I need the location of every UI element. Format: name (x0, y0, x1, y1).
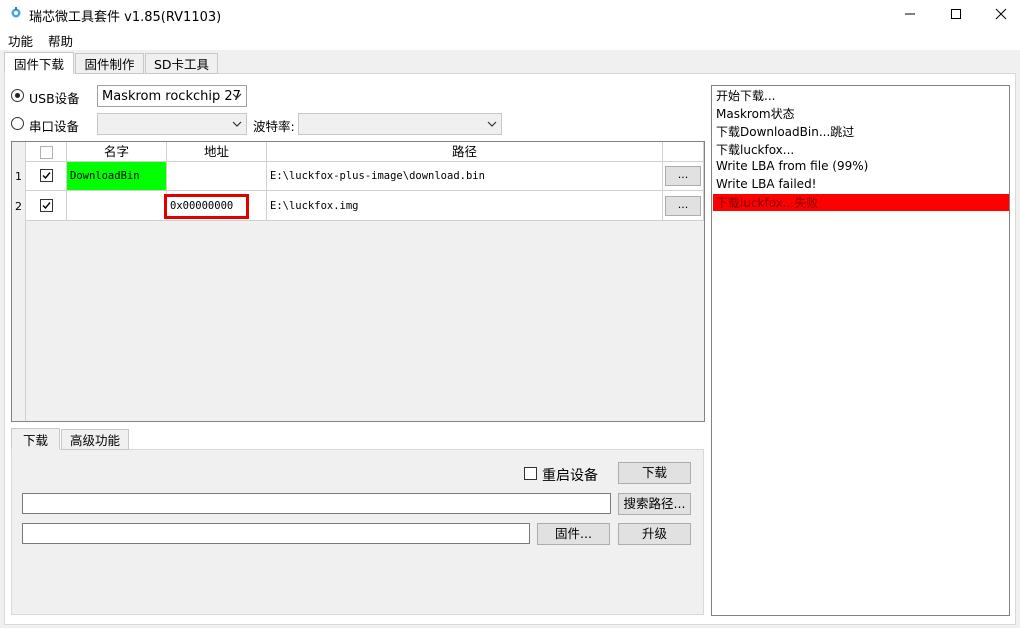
row-address: 0x00000000 (170, 200, 234, 212)
row-name: DownloadBin (67, 162, 166, 190)
search-path-button[interactable]: 搜索路径... (618, 493, 691, 515)
header-address: 地址 (167, 142, 267, 162)
upgrade-button[interactable]: 升级 (618, 523, 691, 545)
row-index: 1 (15, 170, 22, 183)
minimize-icon (905, 13, 915, 15)
serial-device-label: 串口设备 (29, 119, 80, 134)
header-name: 名字 (67, 142, 167, 162)
row-checkbox[interactable] (40, 169, 53, 182)
usb-device-select[interactable]: Maskrom rockchip 27 (97, 85, 247, 107)
chevron-down-icon (232, 93, 242, 99)
tab-advanced[interactable]: 高级功能 (61, 429, 129, 450)
usb-device-value: Maskrom rockchip 27 (102, 89, 241, 104)
firmware-table: 名字 地址 路径 1 DownloadBin E:\luckfox-plus-i… (11, 141, 705, 422)
firmware-button[interactable]: 固件... (537, 523, 610, 545)
browse-button[interactable]: ... (665, 166, 701, 186)
address-highlight-box: 0x00000000 (164, 194, 249, 219)
row-address-cell[interactable]: 0x00000000 (164, 191, 267, 221)
log-line-error: 下载luckfox...失败 (713, 194, 1009, 211)
path-input[interactable] (22, 493, 611, 514)
baud-rate-select[interactable] (298, 113, 502, 135)
download-button[interactable]: 下载 (618, 462, 691, 484)
reboot-checkbox[interactable] (524, 467, 537, 480)
select-all-checkbox[interactable] (40, 146, 53, 159)
row-index-column (12, 142, 26, 421)
menu-function[interactable]: 功能 (8, 31, 33, 50)
log-line: Write LBA failed! (716, 177, 817, 191)
tab-sd-tool[interactable]: SD卡工具 (145, 53, 218, 74)
log-line: Maskrom状态 (716, 107, 795, 121)
usb-device-radio[interactable] (11, 89, 24, 102)
chevron-down-icon (487, 121, 497, 127)
table-row (26, 191, 67, 221)
maximize-button[interactable] (933, 0, 979, 28)
menu-bar (0, 28, 1020, 50)
log-line: Write LBA from file (99%) (716, 159, 869, 173)
select-all-header (26, 142, 67, 162)
row-path: E:\luckfox.img (270, 200, 359, 212)
row-path-cell[interactable]: E:\luckfox-plus-image\download.bin (267, 162, 663, 191)
baud-rate-label: 波特率: (253, 119, 295, 134)
serial-device-radio[interactable] (11, 117, 24, 130)
row-address-cell[interactable] (167, 162, 267, 191)
checkmark-icon (42, 202, 51, 210)
row-path: E:\luckfox-plus-image\download.bin (270, 170, 485, 182)
checkmark-icon (42, 172, 51, 180)
usb-device-label: USB设备 (29, 91, 80, 106)
log-panel: 开始下载... Maskrom状态 下载DownloadBin...跳过 下载l… (711, 85, 1010, 616)
row-path-cell[interactable]: E:\luckfox.img (267, 191, 663, 221)
browse-button[interactable]: ... (665, 196, 701, 216)
close-icon (995, 8, 1007, 20)
tab-download[interactable]: 下载 (11, 428, 60, 450)
log-line: 下载luckfox... (716, 143, 795, 157)
maximize-icon (951, 9, 961, 19)
header-browse (663, 142, 704, 162)
header-path: 路径 (267, 142, 663, 162)
reboot-label: 重启设备 (542, 468, 598, 484)
row-index: 2 (15, 200, 22, 213)
log-line: 下载DownloadBin...跳过 (716, 125, 855, 139)
window-title: 瑞芯微工具套件 v1.85(RV1103) (29, 10, 222, 25)
chevron-down-icon (232, 121, 242, 127)
app-gear-icon (11, 7, 21, 18)
serial-device-select[interactable] (97, 113, 247, 135)
menu-help[interactable]: 帮助 (48, 31, 73, 50)
table-row (26, 162, 67, 191)
row-checkbox[interactable] (40, 199, 53, 212)
tab-firmware-download[interactable]: 固件下载 (4, 52, 74, 74)
log-line: 开始下载... (716, 89, 776, 103)
row-name-cell[interactable]: DownloadBin (67, 162, 167, 191)
firmware-input[interactable] (22, 523, 530, 544)
row-browse-cell: ... (663, 162, 704, 191)
tab-firmware-make[interactable]: 固件制作 (75, 53, 144, 74)
close-button[interactable] (978, 0, 1020, 28)
row-name-cell[interactable] (67, 191, 167, 221)
row-browse-cell: ... (663, 191, 704, 221)
minimize-button[interactable] (887, 0, 933, 28)
